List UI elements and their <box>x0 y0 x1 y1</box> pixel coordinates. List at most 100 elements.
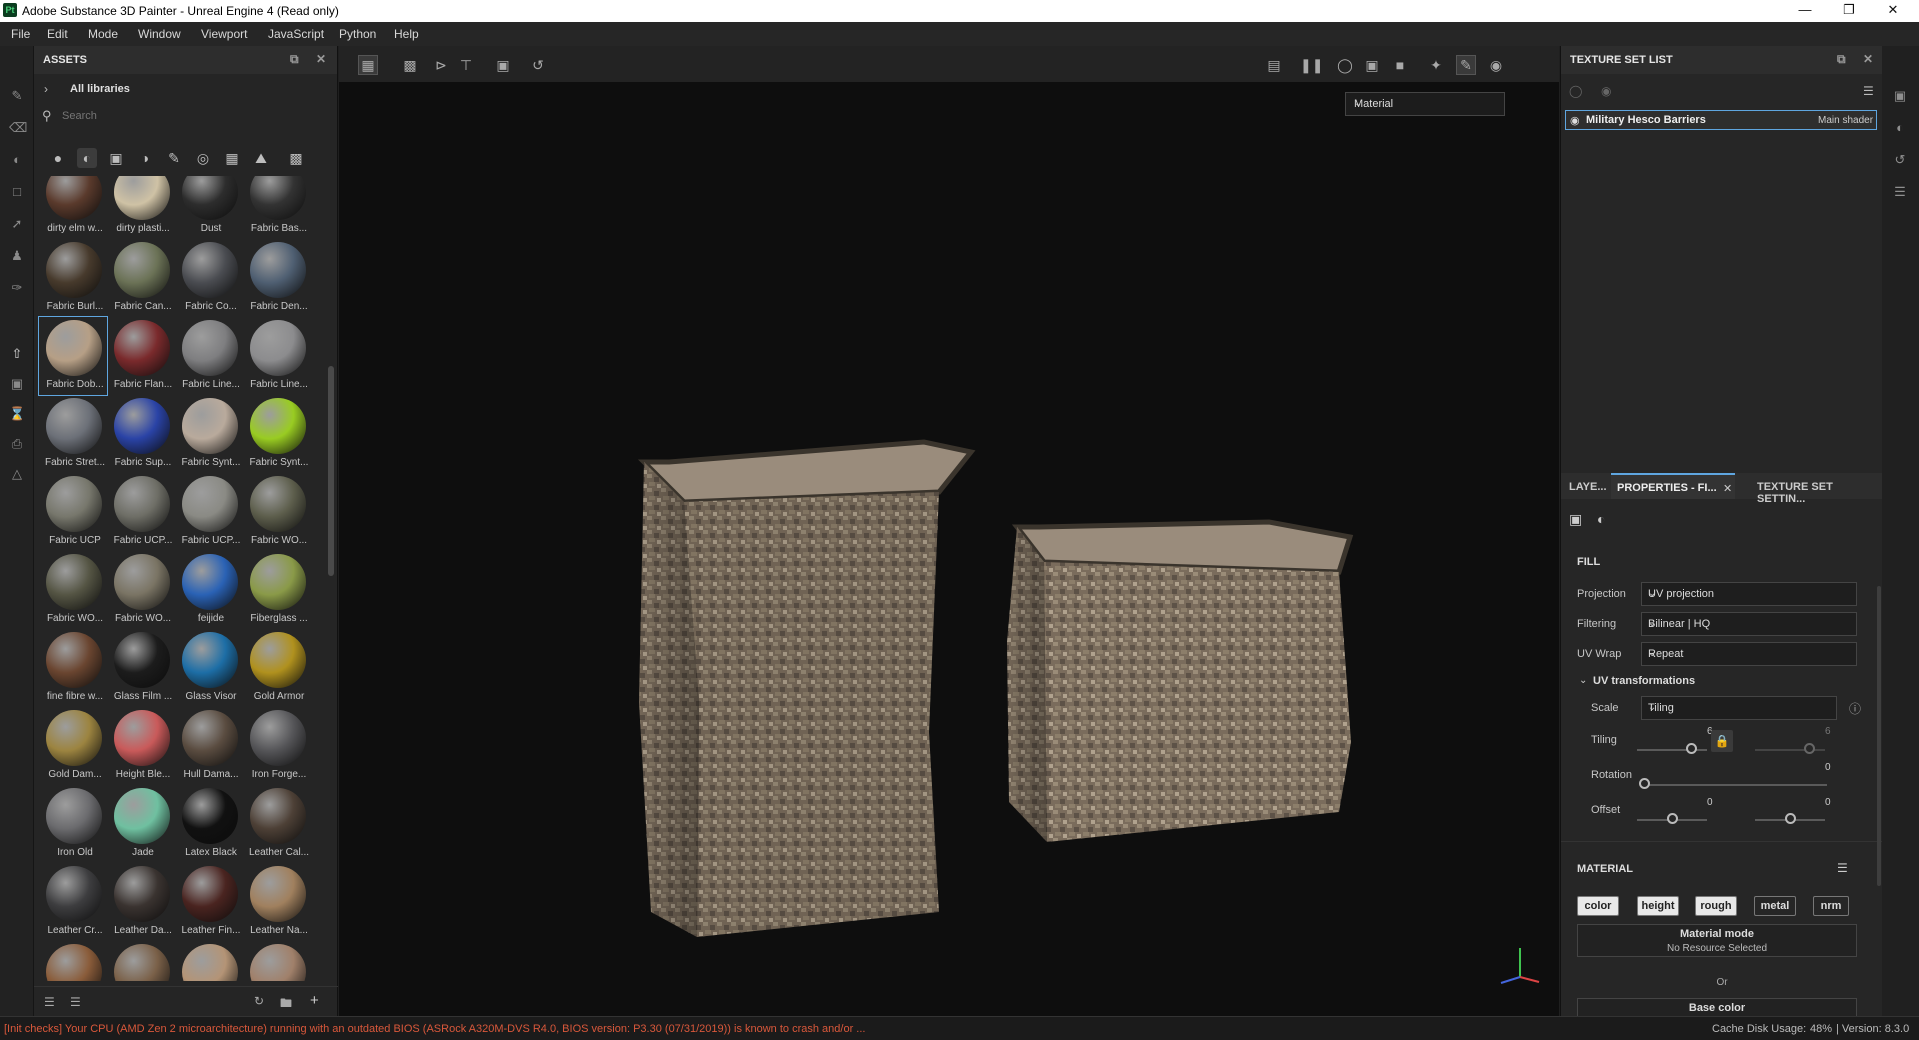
asset-item[interactable]: Fabric Dob... <box>38 316 108 396</box>
asset-item[interactable]: fine fibre w... <box>40 630 106 706</box>
paint-icon[interactable]: ✎ <box>1456 55 1476 75</box>
asset-item[interactable]: Fabric Burl... <box>40 240 106 316</box>
brush-icon[interactable]: ✎ <box>164 148 184 168</box>
log-icon[interactable]: ☰ <box>1892 184 1908 200</box>
color-picker-icon[interactable]: ✑ <box>9 280 25 296</box>
refresh-icon[interactable]: ↻ <box>254 994 264 1008</box>
menu-javascript[interactable]: JavaScript <box>268 27 324 41</box>
asset-item[interactable]: Fabric UCP... <box>176 474 242 550</box>
geometry-mask-icon[interactable]: □ <box>9 184 25 200</box>
channel-metal-button[interactable]: metal <box>1754 896 1796 916</box>
assets-panel-icon[interactable]: ⇧ <box>9 346 25 362</box>
asset-item[interactable]: Dust <box>176 176 242 238</box>
tiling-u-slider[interactable] <box>1637 749 1707 751</box>
properties-scrollbar[interactable] <box>1877 586 1881 886</box>
layers-view-icon[interactable]: ▦ <box>358 55 378 75</box>
mask-icon[interactable]: ▣ <box>106 148 126 168</box>
float-panel-icon[interactable]: ⧉ <box>1837 52 1846 67</box>
close-panel-icon[interactable]: ✕ <box>1863 52 1873 66</box>
asset-item[interactable]: Fabric Bas... <box>244 176 310 238</box>
mirror-x-icon[interactable]: ⊳ <box>432 56 450 74</box>
projection-select[interactable]: UV projection ⌄ <box>1641 582 1857 606</box>
channel-nrm-button[interactable]: nrm <box>1813 896 1849 916</box>
asset-item[interactable]: Height Ble... <box>108 708 174 784</box>
asset-item[interactable]: Gold Armor <box>244 630 310 706</box>
texture-set-item[interactable]: ◉ Military Hesco Barriers Main shader <box>1565 110 1877 130</box>
asset-item[interactable]: Jade <box>108 786 174 862</box>
channel-color-button[interactable]: color <box>1577 896 1619 916</box>
maximize-icon[interactable]: ❐ <box>1834 2 1864 20</box>
display-icon[interactable]: ◯ <box>1336 56 1354 74</box>
menu-mode[interactable]: Mode <box>88 27 118 41</box>
grid-icon[interactable]: ▩ <box>401 56 419 74</box>
asset-item[interactable]: Fabric WO... <box>40 552 106 628</box>
fill-properties-icon[interactable]: ▣ <box>1569 511 1582 528</box>
chevron-down-icon[interactable]: ⌄ <box>1579 675 1587 686</box>
offset-v-knob[interactable] <box>1785 813 1796 824</box>
asset-item[interactable]: Fabric Synt... <box>244 396 310 472</box>
frame-icon[interactable]: ▣ <box>494 56 512 74</box>
mirror-y-icon[interactable]: ⊤ <box>457 56 475 74</box>
alpha-icon[interactable]: ◎ <box>193 148 213 168</box>
asset-item[interactable]: Fabric UCP <box>40 474 106 550</box>
projection-icon[interactable]: ◐ <box>9 152 25 168</box>
mesh-icon[interactable]: △ <box>9 466 25 482</box>
scrollbar[interactable] <box>328 366 334 576</box>
tab-layers[interactable]: LAYE... <box>1569 481 1607 493</box>
camera-icon[interactable]: ■ <box>1391 56 1409 74</box>
history-icon[interactable]: ↺ <box>1892 152 1908 168</box>
texture-icon[interactable]: ▦ <box>222 148 242 168</box>
asset-item[interactable]: Leather Cal... <box>244 786 310 862</box>
asset-item[interactable]: Fabric Sup... <box>108 396 174 472</box>
list-view-icon[interactable]: ☰ <box>44 995 55 1009</box>
asset-item[interactable] <box>244 942 310 981</box>
folder-icon[interactable]: 🖿 <box>280 994 292 1015</box>
material-sphere-icon[interactable]: ◐ <box>1597 511 1605 527</box>
clone-icon[interactable]: ♟ <box>9 248 25 264</box>
add-icon[interactable]: + <box>310 992 319 1009</box>
menu-icon[interactable]: ☰ <box>1863 84 1874 98</box>
asset-item[interactable]: Leather Cr... <box>40 864 106 940</box>
visibility-icon[interactable]: ◯ <box>1569 84 1582 98</box>
reset-camera-icon[interactable]: ↺ <box>529 56 547 74</box>
eye-icon[interactable]: ◉ <box>1601 84 1611 98</box>
viewport-3d[interactable]: Material ⌄ <box>339 82 1559 1016</box>
environment-icon[interactable]: ⛰ <box>251 148 271 168</box>
shader-name[interactable]: Main shader <box>1818 115 1873 126</box>
asset-item[interactable]: dirty plasti... <box>108 176 174 238</box>
asset-item[interactable]: Fabric Can... <box>108 240 174 316</box>
filtering-select[interactable]: Bilinear | HQ ⌄ <box>1641 612 1857 636</box>
asset-item[interactable]: feijide <box>176 552 242 628</box>
texture-set-icon[interactable]: ▣ <box>1892 88 1908 104</box>
menu-file[interactable]: File <box>11 27 30 41</box>
box-icon[interactable]: ▣ <box>1363 56 1381 74</box>
asset-item[interactable]: Gold Dam... <box>40 708 106 784</box>
asset-item[interactable]: Fabric Stret... <box>40 396 106 472</box>
asset-item[interactable]: Fabric WO... <box>244 474 310 550</box>
bake-icon[interactable]: ⌛ <box>9 406 25 422</box>
asset-item[interactable] <box>176 942 242 981</box>
tab-texture-set-settings[interactable]: TEXTURE SET SETTIN... <box>1757 481 1883 505</box>
rotation-knob[interactable] <box>1639 778 1650 789</box>
export-icon[interactable]: ⎙ <box>9 436 25 452</box>
asset-item[interactable]: Fabric Line... <box>244 318 310 394</box>
close-window-icon[interactable]: ✕ <box>1878 2 1908 20</box>
asset-item[interactable]: Leather Na... <box>244 864 310 940</box>
tiling-u-knob[interactable] <box>1685 743 1697 754</box>
screenshot-icon[interactable]: ◉ <box>1487 56 1505 74</box>
minimize-icon[interactable]: — <box>1790 2 1820 20</box>
asset-item[interactable]: Glass Visor <box>176 630 242 706</box>
asset-item[interactable]: Fiberglass ... <box>244 552 310 628</box>
material-mode-slot[interactable]: Material mode No Resource Selected <box>1577 924 1857 957</box>
display-settings-icon[interactable]: ◐ <box>1892 120 1908 136</box>
asset-item[interactable]: Fabric Co... <box>176 240 242 316</box>
menu-python[interactable]: Python <box>339 27 376 41</box>
menu-help[interactable]: Help <box>394 27 419 41</box>
close-panel-icon[interactable]: ✕ <box>316 52 326 66</box>
asset-item[interactable]: Leather Da... <box>108 864 174 940</box>
asset-item[interactable]: Hull Dama... <box>176 708 242 784</box>
uvwrap-select[interactable]: Repeat ⌄ <box>1641 642 1857 666</box>
status-message[interactable]: [Init checks] Your CPU (AMD Zen 2 microa… <box>4 1023 865 1035</box>
material-sphere-icon[interactable]: ● <box>48 148 68 168</box>
eye-icon[interactable]: ◉ <box>1570 114 1580 127</box>
